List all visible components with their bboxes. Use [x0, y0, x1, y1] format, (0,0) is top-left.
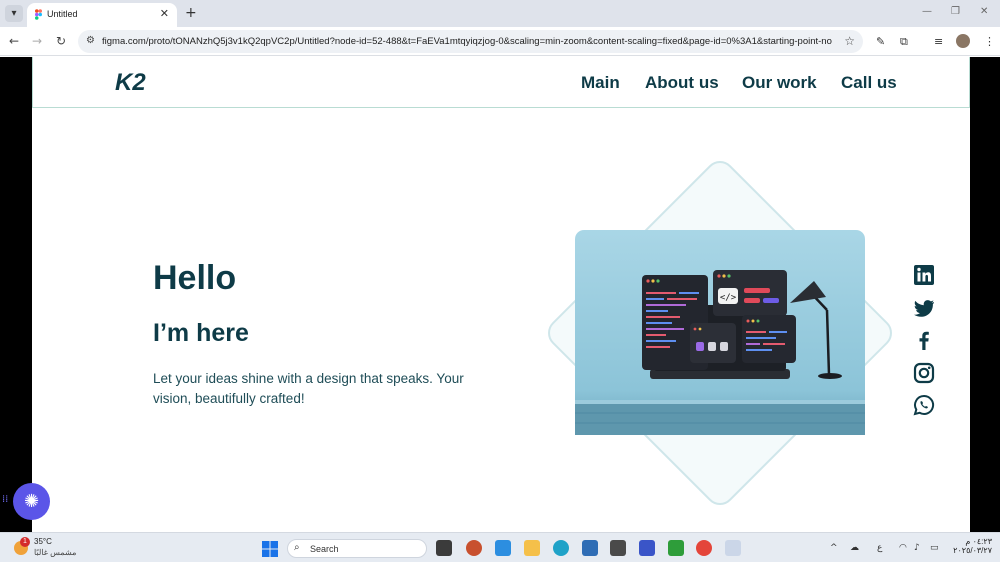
browser-tab-bar: ▾ Untitled ✕ + — ❐ ✕ [0, 0, 1000, 27]
chrome-icon[interactable] [696, 540, 712, 556]
app-icon[interactable] [639, 540, 655, 556]
search-icon: ⌕ [294, 542, 300, 553]
forward-icon[interactable]: → [32, 34, 42, 48]
hero-illustration: </> [548, 161, 892, 505]
tab-close-icon[interactable]: ✕ [160, 7, 169, 20]
assistant-button[interactable]: ✺ [13, 483, 50, 520]
url-text[interactable]: figma.com/proto/tONANzhQ5j3v1kQ2qpVC2p/U… [102, 36, 832, 47]
restore-button[interactable]: ❐ [951, 6, 960, 17]
file-explorer-icon[interactable] [524, 540, 540, 556]
new-tab-button[interactable]: + [185, 5, 197, 21]
menu-dots-icon[interactable]: ⋮ [984, 35, 995, 48]
bookmark-star-icon[interactable]: ☆ [844, 34, 855, 48]
linkedin-icon[interactable] [913, 264, 935, 286]
clock-date: ٢٠٢٥/٠٣/٢٧ [953, 546, 992, 555]
cloud-icon[interactable]: ☁ [850, 543, 859, 553]
chevron-up-icon[interactable]: ^ [830, 543, 838, 553]
svg-text:</>: </> [720, 293, 737, 303]
nav-link-main[interactable]: Main [581, 73, 620, 93]
tab-list-button[interactable]: ▾ [5, 5, 23, 22]
edge-icon[interactable] [553, 540, 569, 556]
browser-toolbar: ← → ↻ ⚙ figma.com/proto/tONANzhQ5j3v1kQ2… [0, 27, 1000, 56]
unity-icon[interactable] [610, 540, 626, 556]
media-control-icon[interactable]: ≡ [934, 35, 943, 48]
extensions-icon[interactable]: ⧉ [900, 35, 908, 49]
xbox-icon[interactable] [668, 540, 684, 556]
prototype-page: K2 Main About us Our work Call us Hello … [32, 57, 970, 532]
battery-icon[interactable]: ▭ [930, 543, 939, 553]
vscode-icon[interactable] [495, 540, 511, 556]
figma-icon [35, 9, 42, 20]
task-view-icon[interactable] [436, 540, 452, 556]
taskbar-search[interactable]: ⌕ Search [287, 539, 427, 558]
whatsapp-icon[interactable] [913, 394, 935, 416]
taskbar: 1 35°C مشمس غالبًا ⌕ Search ^ ☁ ع ◠ ♪ ▭ … [0, 532, 1000, 562]
store-icon[interactable] [582, 540, 598, 556]
viewport: K2 Main About us Our work Call us Hello … [0, 57, 1000, 532]
clock-time: ٠٤:٢٣ م [965, 537, 992, 546]
search-label: Search [310, 544, 339, 554]
nav-link-about[interactable]: About us [645, 73, 719, 93]
windows-start-icon[interactable] [262, 541, 278, 557]
powerpoint-icon[interactable] [466, 540, 482, 556]
hero-title: Hello [153, 259, 237, 297]
language-indicator[interactable]: ع [877, 543, 882, 553]
drag-handle-icon[interactable]: ⁞⁞ [2, 494, 8, 505]
site-info-icon[interactable]: ⚙ [86, 35, 95, 46]
weather-desc[interactable]: مشمس غالبًا [34, 548, 76, 557]
hero-subtitle: I’m here [153, 319, 249, 347]
eyedropper-icon[interactable]: ✎ [876, 35, 885, 48]
nav-link-contact[interactable]: Call us [841, 73, 897, 93]
twitter-icon[interactable] [913, 297, 935, 319]
minimize-button[interactable]: — [922, 6, 932, 17]
facebook-icon[interactable] [913, 329, 935, 351]
wifi-icon[interactable]: ◠ [899, 543, 907, 553]
site-header: K2 Main About us Our work Call us [32, 57, 970, 108]
clock[interactable]: ٠٤:٢٣ م ٢٠٢٥/٠٣/٢٧ [950, 537, 992, 555]
browser-tab[interactable]: Untitled ✕ [27, 3, 177, 27]
reload-icon[interactable]: ↻ [56, 34, 66, 48]
tab-title: Untitled [47, 9, 78, 19]
weather-temp[interactable]: 35°C [34, 537, 52, 546]
close-window-button[interactable]: ✕ [980, 6, 988, 17]
site-logo[interactable]: K2 [115, 69, 146, 97]
instagram-icon[interactable] [913, 362, 935, 384]
address-bar[interactable]: ⚙ figma.com/proto/tONANzhQ5j3v1kQ2qpVC2p… [78, 30, 863, 53]
back-icon[interactable]: ← [9, 34, 19, 48]
nav-link-work[interactable]: Our work [742, 73, 817, 93]
hero-tagline: Let your ideas shine with a design that … [153, 371, 464, 406]
profile-avatar[interactable] [956, 34, 970, 48]
notification-badge: 1 [20, 537, 30, 547]
snipping-tool-icon[interactable] [725, 540, 741, 556]
volume-icon[interactable]: ♪ [914, 543, 920, 553]
